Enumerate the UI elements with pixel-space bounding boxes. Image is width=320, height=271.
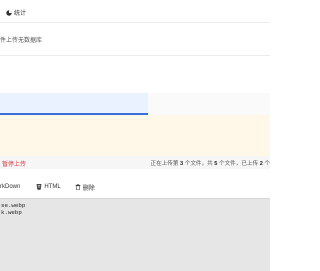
pause-upload-button[interactable]: 暂停上传 bbox=[2, 159, 26, 168]
divider bbox=[0, 22, 270, 23]
stats-label: 统计 bbox=[14, 11, 27, 17]
upload-queue-area bbox=[0, 115, 270, 156]
output-format-tabs: rkDown HTML 删除 bbox=[0, 181, 109, 193]
status-total: 5 bbox=[214, 161, 218, 167]
upload-progress-text: 正在上传第 3 个文件，共 5 个文件，已上传 2 个 bbox=[151, 159, 271, 167]
status-suffix: 个 bbox=[264, 161, 270, 167]
output-textarea[interactable]: se.webp k.webp bbox=[0, 198, 270, 271]
progress-fill bbox=[0, 93, 148, 113]
tab-delete[interactable]: 删除 bbox=[75, 183, 95, 192]
status-mid1: 个文件，共 bbox=[184, 161, 213, 167]
tab-markdown-label: rkDown bbox=[0, 184, 21, 190]
stats-link[interactable]: 统计 bbox=[6, 8, 26, 17]
divider bbox=[0, 55, 270, 56]
tab-html-label: HTML bbox=[44, 184, 61, 190]
pie-chart-icon bbox=[6, 9, 12, 16]
upload-empty-message: 件上传无数据库 bbox=[0, 38, 43, 44]
tab-markdown[interactable]: rkDown bbox=[0, 184, 20, 190]
html-icon bbox=[36, 184, 42, 190]
tab-delete-label: 删除 bbox=[82, 185, 95, 192]
trash-icon bbox=[75, 184, 81, 190]
status-prefix: 正在上传第 bbox=[150, 161, 179, 167]
output-line: se.webp bbox=[1, 202, 26, 209]
status-mid2: 个文件，已上传 bbox=[218, 161, 259, 167]
output-line: k.webp bbox=[1, 209, 22, 216]
status-done: 2 bbox=[259, 161, 263, 167]
status-current: 3 bbox=[180, 161, 184, 167]
tab-html[interactable]: HTML bbox=[36, 184, 61, 190]
